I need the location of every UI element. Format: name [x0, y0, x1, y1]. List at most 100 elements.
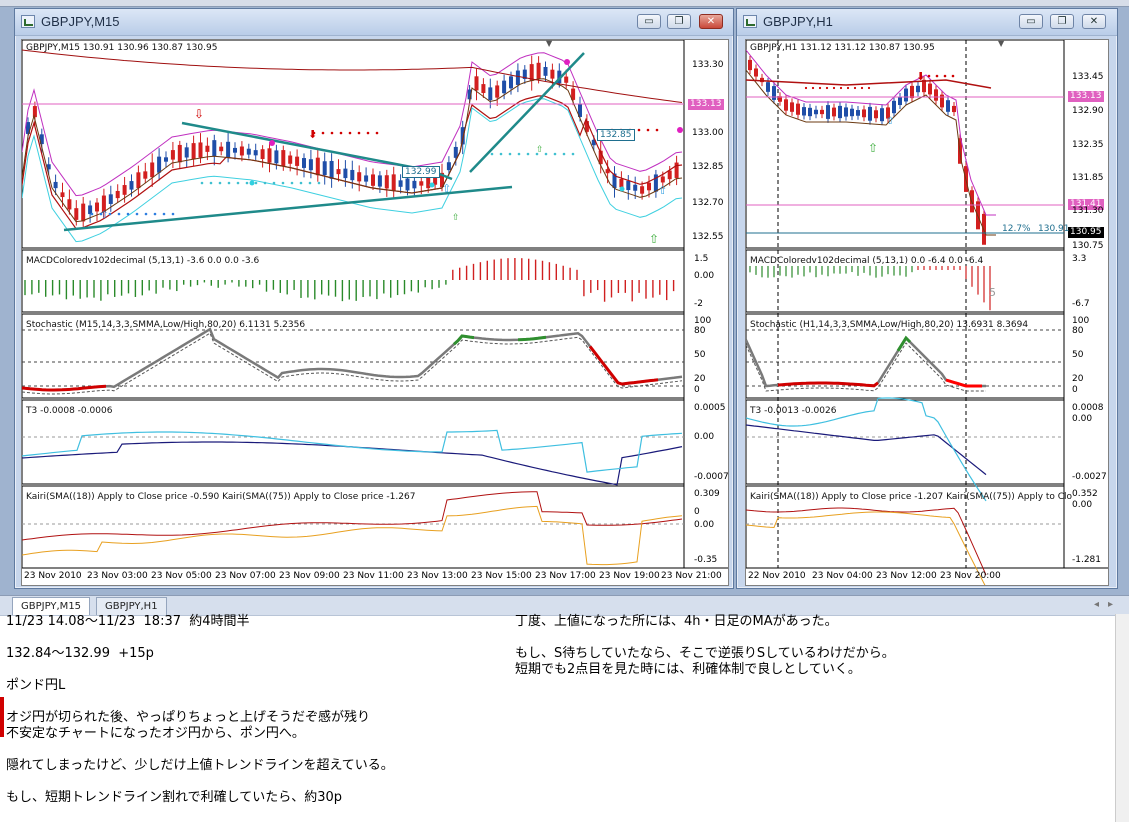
candle-body — [198, 142, 203, 158]
note-line: もし、S待ちしていたなら、そこで逆張りSしているわけだから。 — [515, 646, 895, 661]
note-line — [515, 630, 895, 646]
toolbar-strip — [0, 0, 1129, 7]
candle-body — [329, 160, 334, 179]
time-axis-label: 23 Nov 03:00 — [87, 571, 148, 581]
chart-window-h1[interactable]: GBPJPY,H1 ▭ ❐ ✕ ⬇ ⇧ ⇧ ▼ GBPJPY,H1 131.12 13… — [736, 8, 1118, 589]
signal-dot — [162, 212, 166, 216]
note-line — [6, 694, 394, 710]
signal-dot — [236, 181, 240, 185]
candle-body — [308, 159, 313, 171]
time-axis-label: 23 Nov 13:00 — [407, 571, 468, 581]
candle-body — [336, 169, 341, 175]
tab-gbpjpy-m15[interactable]: GBPJPY,M15 — [12, 597, 91, 615]
candle-body — [170, 150, 175, 160]
h1-chart-canvas[interactable]: ⬇ ⇧ ⇧ ▼ — [746, 40, 1108, 585]
candle-body — [748, 59, 752, 71]
price-axis-label: 132.55 — [692, 232, 724, 242]
chart-tabs-bar: GBPJPY,M15 GBPJPY,H1 ◂ ▸ — [0, 595, 1129, 616]
signal-dot — [846, 86, 850, 90]
buy-arrow-icon: ⇧ — [868, 141, 878, 155]
ma-line-red — [746, 79, 992, 89]
notes-scrollbar[interactable] — [1115, 614, 1129, 822]
signal-dot — [254, 181, 258, 185]
macd-axis-label: -2 — [694, 299, 703, 309]
tabs-scroll-right-icon[interactable]: ▸ — [1108, 599, 1113, 610]
candle-body — [136, 172, 141, 189]
candle-body — [419, 181, 424, 186]
candle-body — [495, 85, 500, 98]
candle-body — [398, 180, 403, 187]
note-line — [6, 774, 394, 790]
candle-body — [288, 155, 293, 164]
candle-body — [253, 150, 258, 156]
sell-arrow-icon: ⬇ — [916, 70, 925, 83]
candle-body — [481, 84, 486, 94]
candle-body — [910, 85, 914, 99]
candle-body — [820, 109, 824, 115]
signal-dot — [544, 152, 548, 156]
candle-body — [177, 144, 182, 163]
stoch-signal-line — [22, 332, 683, 395]
candle-body — [633, 184, 638, 191]
minimize-button[interactable]: ▭ — [1019, 14, 1043, 29]
close-button[interactable]: ✕ — [699, 14, 723, 29]
red-margin-mark — [0, 697, 4, 737]
stoch-oversold-line — [777, 381, 879, 388]
window-titlebar[interactable]: GBPJPY,H1 ▭ ❐ ✕ — [737, 9, 1117, 36]
stoch-oversold-line — [22, 384, 107, 392]
tabs-scroll-left-icon[interactable]: ◂ — [1094, 599, 1099, 610]
note-line — [6, 662, 394, 678]
signal-dot — [655, 128, 659, 132]
chart-window-m15[interactable]: GBPJPY,M15 ▭ ❐ ✕ ⇩ ⬇ ⇧ ⇧ ⇧ ⇧ ⇧ ⇧ ▼ GBPJPY,M15 13… — [14, 8, 734, 589]
candle-body — [802, 107, 806, 116]
signal-dot — [218, 181, 222, 185]
candle-body — [550, 69, 555, 79]
candle-body — [808, 107, 812, 117]
note-line: もし、短期トレンドライン割れで利確していたら、約30p — [6, 790, 343, 805]
signal-dot — [357, 131, 361, 135]
chart-window-icon — [743, 15, 757, 28]
pane-frame — [22, 399, 685, 485]
tab-gbpjpy-h1[interactable]: GBPJPY,H1 — [96, 597, 167, 615]
top-marker-icon: ▼ — [546, 40, 553, 48]
stoch-axis-label: 0 — [1072, 385, 1078, 395]
minimize-button[interactable]: ▭ — [637, 14, 661, 29]
t3-axis-label: 0.00 — [1072, 414, 1093, 424]
t3-axis-label: 0.0008 — [1072, 403, 1104, 413]
box-price-tag: 132.85 — [597, 129, 635, 141]
candle-body — [267, 148, 272, 163]
signal-dot — [366, 131, 370, 135]
signal-dot — [935, 74, 939, 78]
stoch-axis-label: 80 — [694, 326, 706, 336]
buy-arrow-icon: ⇧ — [658, 184, 667, 197]
m15-chart-canvas[interactable]: ⇩ ⬇ ⇧ ⇧ ⇧ ⇧ ⇧ ⇧ ▼ — [22, 40, 728, 585]
candle-body — [660, 176, 665, 183]
signal-dot — [526, 152, 530, 156]
chart-area-h1[interactable]: ⬇ ⇧ ⇧ ▼ GBPJPY,H1 131.12 131.12 130.87 130.… — [745, 39, 1109, 586]
time-axis-label: 23 Nov 11:00 — [343, 571, 404, 581]
signal-dot — [126, 212, 130, 216]
candle-body — [143, 171, 148, 179]
close-button[interactable]: ✕ — [1082, 14, 1106, 29]
candle-body — [60, 192, 65, 198]
signal-dot — [144, 212, 148, 216]
candle-body — [928, 83, 932, 95]
t3-axis-label: 0.00 — [694, 432, 715, 442]
macd-axis-label: -6.7 — [1072, 299, 1090, 309]
kairi-axis-label: 0.00 — [694, 520, 715, 530]
t3-axis-label: -0.0007 — [694, 472, 729, 482]
t3-axis-label: -0.0027 — [1072, 472, 1107, 482]
buy-arrow-icon: ⇧ — [536, 145, 544, 155]
candle-body — [88, 205, 93, 215]
signal-dot — [860, 86, 864, 90]
current-price-tag: 133.13 — [688, 99, 724, 110]
candle-body — [790, 102, 794, 112]
maximize-button[interactable]: ❐ — [667, 14, 691, 29]
stoch-main-line — [22, 327, 683, 392]
price-axis-label: 132.70 — [692, 198, 724, 208]
signal-dot — [553, 152, 557, 156]
maximize-button[interactable]: ❐ — [1050, 14, 1074, 29]
window-titlebar[interactable]: GBPJPY,M15 ▭ ❐ ✕ — [15, 9, 733, 36]
candle-body — [934, 89, 938, 101]
chart-area-m15[interactable]: ⇩ ⬇ ⇧ ⇧ ⇧ ⇧ ⇧ ⇧ ▼ GBPJPY,M15 130.91 130.96 130.8… — [21, 39, 729, 586]
